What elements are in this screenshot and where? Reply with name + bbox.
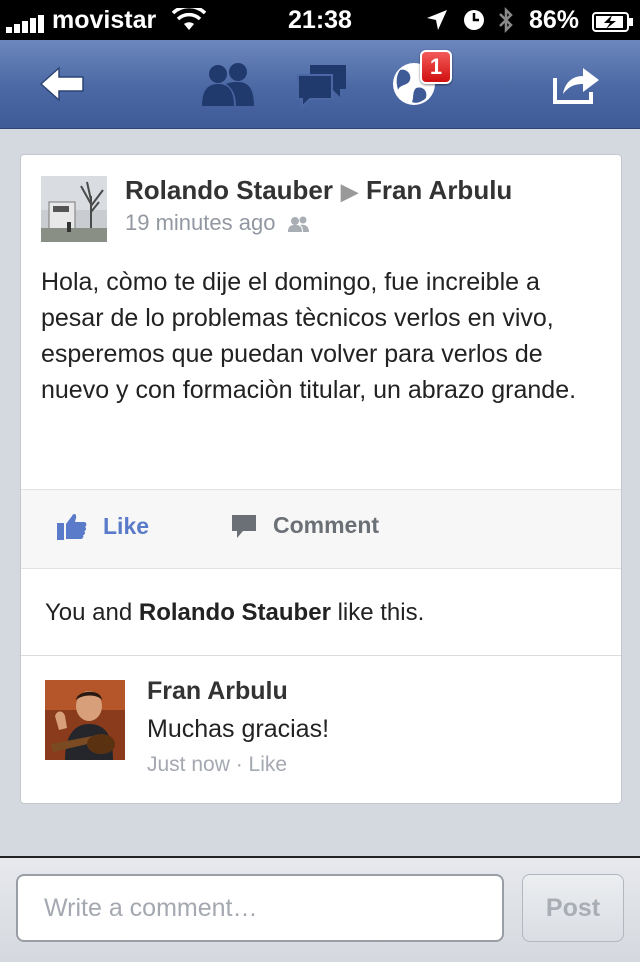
comment-input[interactable]: Write a comment…: [16, 874, 504, 942]
post-timestamp: 19 minutes ago: [125, 210, 276, 235]
comment-bubble-icon: [232, 514, 256, 538]
battery-percentage: 86%: [529, 6, 580, 34]
likes-suffix: like this.: [330, 599, 425, 626]
messages-button[interactable]: [292, 40, 352, 128]
recipient-name-link[interactable]: Fran Arbulu: [366, 175, 512, 205]
commenter-name-link[interactable]: Fran Arbulu: [147, 677, 288, 706]
post-header: Rolando Stauber ▶ Fran Arbulu: [125, 175, 512, 206]
bluetooth-icon: [497, 6, 515, 41]
share-icon: [553, 68, 599, 104]
post-card: Rolando Stauber ▶ Fran Arbulu 19 minutes a…: [20, 154, 622, 804]
messages-icon: [297, 65, 346, 107]
back-button[interactable]: [30, 40, 94, 128]
notification-badge: 1: [420, 50, 452, 84]
comment-meta: Just now · Like: [147, 753, 287, 777]
navigation-bar: 1: [0, 40, 640, 129]
author-avatar[interactable]: [41, 176, 107, 242]
comment-text: Muchas gracias!: [147, 715, 330, 743]
friends-icon: [202, 63, 254, 106]
recipient-arrow-icon: ▶: [341, 179, 358, 204]
back-arrow-icon: [39, 66, 84, 102]
comment-like-link[interactable]: Like: [249, 753, 288, 776]
rotation-lock-icon: [462, 8, 486, 39]
commenter-avatar[interactable]: [45, 680, 125, 760]
comment-composer: Write a comment… Post: [0, 856, 640, 962]
comment-label: Comment: [273, 512, 380, 538]
friends-privacy-icon: [287, 216, 309, 233]
status-bar: movistar 21:38 86%: [0, 0, 640, 40]
share-button[interactable]: [544, 40, 608, 128]
post-button[interactable]: Post: [522, 874, 624, 942]
comment-button[interactable]: Comment: [231, 512, 379, 539]
post-meta: 19 minutes ago: [125, 210, 310, 236]
comment-timestamp: Just now: [147, 753, 230, 776]
likes-prefix: You and: [45, 599, 139, 626]
divider: [21, 655, 621, 656]
post-actions: Like Comment: [21, 489, 621, 569]
location-arrow-icon: [425, 8, 449, 39]
like-button[interactable]: Like: [57, 512, 149, 540]
meta-separator: ·: [229, 753, 249, 776]
like-label: Like: [103, 512, 150, 539]
author-name-link[interactable]: Rolando Stauber: [125, 175, 333, 205]
likes-name-link[interactable]: Rolando Stauber: [139, 599, 331, 626]
post-body: Hola, còmo te dije el domingo, fue incre…: [41, 268, 577, 404]
friend-requests-button[interactable]: [196, 40, 260, 128]
battery-charging-icon: [592, 10, 634, 39]
thumbs-up-icon: [57, 513, 87, 540]
likes-summary[interactable]: You and Rolando Stauber like this.: [45, 599, 424, 627]
